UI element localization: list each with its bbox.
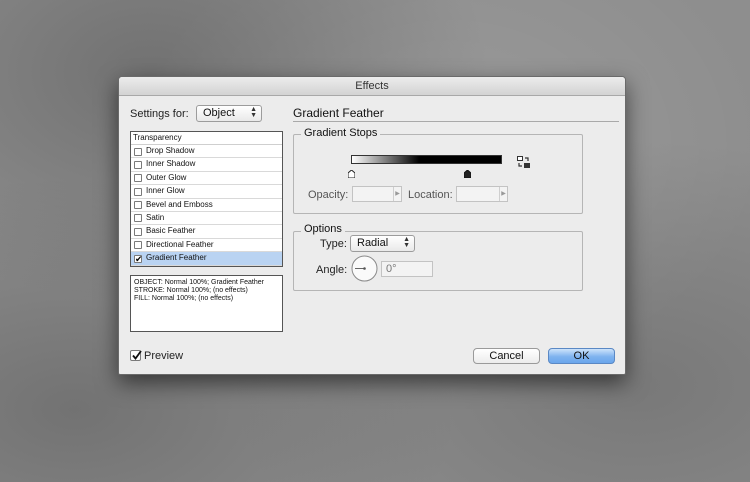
location-field[interactable]: ▶ xyxy=(456,186,508,202)
preview-label: Preview xyxy=(144,350,184,362)
effect-checkbox[interactable] xyxy=(134,214,142,223)
stop-black-icon[interactable] xyxy=(463,165,472,179)
effect-label: Inner Shadow xyxy=(146,159,196,169)
settings-for-select[interactable]: Object ▲ ▼ xyxy=(196,105,262,122)
effect-label: Outer Glow xyxy=(146,172,187,182)
angle-value: 0° xyxy=(386,263,397,275)
summary-line: FILL: Normal 100%; (no effects) xyxy=(134,295,234,302)
disclosure-arrow-icon: ▶ xyxy=(393,187,401,201)
gradient-stops-group xyxy=(293,134,583,214)
effect-label: Gradient Feather xyxy=(146,253,207,263)
effect-item-basic-feather[interactable]: Basic Feather xyxy=(131,225,282,239)
panel-title: Gradient Feather xyxy=(293,106,384,120)
reverse-gradient-icon[interactable] xyxy=(517,155,530,168)
effect-item-gradient-feather[interactable]: Gradient Feather xyxy=(131,252,282,266)
opacity-field[interactable]: ▶ xyxy=(352,186,402,202)
window-title: Effects xyxy=(119,77,625,96)
updown-arrows-icon: ▲ ▼ xyxy=(403,236,410,249)
effect-label: Drop Shadow xyxy=(146,146,195,155)
gradient-stops-title: Gradient Stops xyxy=(301,127,381,139)
effects-dialog: Effects Settings for: Object ▲ ▼ Transpar… xyxy=(118,76,626,375)
effect-item-bevel-emboss[interactable]: Bevel and Emboss xyxy=(131,199,282,212)
effects-list: Transparency Drop Shadow Inner Shadow Ou… xyxy=(130,131,283,267)
angle-field[interactable]: 0° xyxy=(381,261,433,277)
summary-line: STROKE: Normal 100%; (no effects) xyxy=(134,287,248,294)
effect-label: Bevel and Emboss xyxy=(146,199,213,209)
effect-checkbox[interactable] xyxy=(134,201,142,210)
updown-arrows-icon: ▲ ▼ xyxy=(250,106,257,119)
type-label: Type: xyxy=(320,238,347,250)
settings-for-value: Object xyxy=(203,107,235,119)
effect-item-drop-shadow[interactable]: Drop Shadow xyxy=(131,145,282,159)
options-title: Options xyxy=(301,223,345,235)
checkmark-icon xyxy=(132,350,142,360)
settings-for-label: Settings for: xyxy=(130,108,189,120)
effect-checkbox[interactable] xyxy=(134,253,143,265)
effect-checkbox[interactable] xyxy=(134,241,142,250)
panel-title-divider xyxy=(293,121,619,122)
gradient-ramp[interactable] xyxy=(351,155,502,164)
type-value: Radial xyxy=(357,237,389,249)
effect-checkbox[interactable] xyxy=(134,227,142,236)
effect-label: Basic Feather xyxy=(146,226,196,236)
effect-item-outer-glow[interactable]: Outer Glow xyxy=(131,172,282,186)
effects-summary: OBJECT: Normal 100%; Gradient Feather ST… xyxy=(130,275,283,332)
effect-label: Directional Feather xyxy=(146,239,214,249)
effect-item-inner-shadow[interactable]: Inner Shadow xyxy=(131,158,282,172)
angle-label: Angle: xyxy=(316,264,348,276)
cancel-button[interactable]: Cancel xyxy=(473,348,540,364)
angle-dial-icon[interactable] xyxy=(351,255,378,282)
effect-checkbox[interactable] xyxy=(134,160,142,169)
effect-checkbox[interactable] xyxy=(134,147,142,156)
ok-button[interactable]: OK xyxy=(548,348,615,364)
effect-item-inner-glow[interactable]: Inner Glow xyxy=(131,185,282,199)
opacity-label: Opacity: xyxy=(308,189,349,201)
effect-label: Satin xyxy=(146,212,165,222)
type-select[interactable]: Radial ▲ ▼ xyxy=(350,235,415,252)
location-label: Location: xyxy=(408,189,453,201)
summary-line: OBJECT: Normal 100%; Gradient Feather xyxy=(134,279,264,286)
list-header-transparency[interactable]: Transparency xyxy=(131,132,282,145)
effect-label: Inner Glow xyxy=(146,186,185,196)
effect-item-directional-feather[interactable]: Directional Feather xyxy=(131,239,282,253)
disclosure-arrow-icon: ▶ xyxy=(499,187,507,201)
stop-white-icon[interactable] xyxy=(347,165,356,179)
effect-item-satin[interactable]: Satin xyxy=(131,212,282,226)
preview-checkbox[interactable] xyxy=(130,350,142,361)
effect-checkbox[interactable] xyxy=(134,187,142,196)
effect-checkbox[interactable] xyxy=(134,174,142,183)
